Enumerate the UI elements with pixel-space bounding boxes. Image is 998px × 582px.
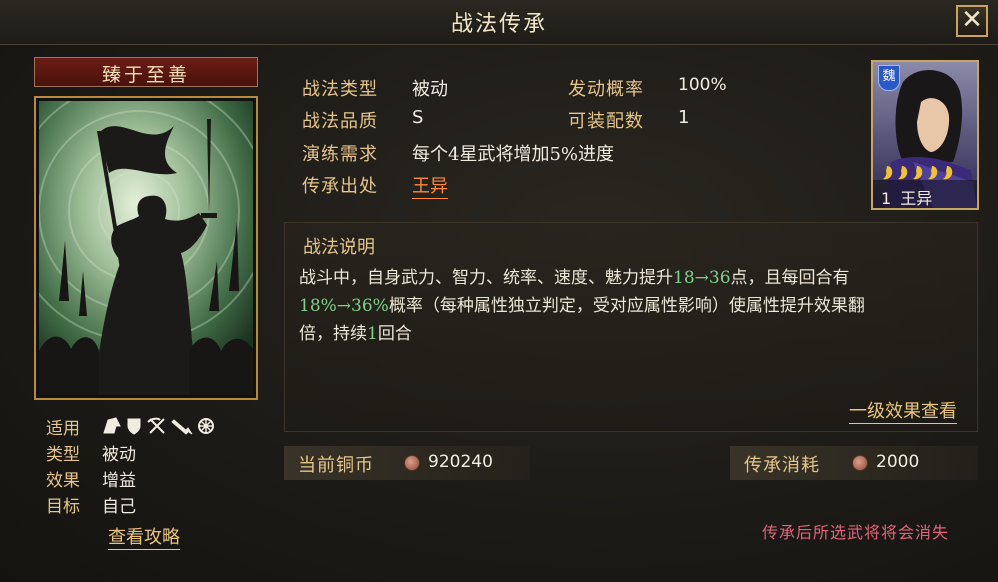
tactic-name: 臻于至善 (101, 64, 190, 86)
star-icon (928, 166, 938, 180)
applicable-label: 适用 (46, 419, 80, 439)
general-name: 王异 (900, 189, 933, 208)
type-label: 类型 (46, 445, 80, 465)
description-text: 战斗中，自身武力、智力、统率、速度、魅力提升 (299, 268, 673, 288)
star-icon (883, 166, 893, 180)
type-value: 被动 (102, 445, 136, 465)
star-icon (943, 166, 953, 180)
faction-badge: 魏 (878, 65, 900, 91)
source-general-link[interactable]: 王异 (412, 172, 448, 199)
equip-count-label: 可装配数 (568, 111, 644, 132)
training-value: 每个4星武将增加5%进度 (412, 144, 615, 165)
inherit-cost-bar: 传承消耗 2000 (730, 446, 978, 480)
tactic-card-art (39, 101, 253, 395)
target-label: 目标 (46, 497, 80, 517)
tactic-type-value: 被动 (412, 79, 448, 100)
description-panel: 战法说明 战斗中，自身武力、智力、统率、速度、魅力提升18→36点，且每回合有 … (284, 222, 978, 432)
trigger-rate-value: 100% (678, 75, 727, 95)
copper-coin-icon (852, 455, 868, 471)
description-line-1: 战斗中，自身武力、智力、统率、速度、魅力提升18→36点，且每回合有 (299, 263, 850, 288)
star-rating (883, 166, 953, 180)
inherit-cost-value: 2000 (876, 452, 920, 472)
tactic-type-label: 战法类型 (302, 79, 378, 100)
close-button[interactable]: ✕ (956, 5, 988, 37)
spear-icon (171, 419, 193, 435)
tactic-inherit-window: 战法传承 ✕ 臻于至善 适用 类型 被动 效果 增益 目标 自己 查看攻略 战法… (0, 0, 998, 582)
window-title: 战法传承 (450, 12, 547, 37)
general-portrait[interactable]: 魏 1 王异 (871, 60, 979, 210)
star-icon (913, 166, 923, 180)
description-line-3: 倍，持续1回合 (299, 319, 412, 344)
trigger-rate-label: 发动概率 (568, 79, 644, 100)
description-text: 回合 (377, 324, 412, 344)
effect-label: 效果 (46, 471, 80, 491)
copper-balance-bar: 当前铜币 920240 (284, 446, 530, 480)
tactic-name-banner: 臻于至善 (34, 57, 258, 87)
title-bar: 战法传承 ✕ (0, 0, 998, 45)
target-value: 自己 (102, 497, 136, 517)
close-icon: ✕ (961, 5, 983, 35)
star-icon (898, 166, 908, 180)
cavalry-icon (103, 417, 121, 434)
effect-value: 增益 (102, 471, 136, 491)
troop-type-icons (103, 417, 214, 435)
source-label: 传承出处 (302, 176, 378, 197)
quality-value: S (412, 107, 424, 128)
wheel-icon (198, 418, 214, 434)
description-highlight: 18%→36% (299, 296, 389, 316)
description-text: 概率（每种属性独立判定，受对应属性影响）使属性提升效果翻 (388, 296, 865, 316)
inherit-cost-label: 传承消耗 (744, 455, 820, 476)
description-text: 点，且每回合有 (730, 268, 850, 288)
general-level-name: 1 王异 (881, 185, 932, 209)
shield-icon (127, 418, 141, 435)
general-level: 1 (881, 189, 892, 208)
description-line-2: 18%→36%概率（每种属性独立判定，受对应属性影响）使属性提升效果翻 (299, 291, 865, 316)
quality-label: 战法品质 (302, 111, 378, 132)
tactic-card (34, 96, 258, 400)
description-highlight: 18→36 (673, 268, 731, 288)
copper-label: 当前铜币 (298, 455, 374, 476)
inherit-warning: 传承后所选武将将会消失 (762, 523, 950, 542)
bow-icon (147, 417, 165, 434)
description-highlight: 1 (367, 324, 378, 344)
training-label: 演练需求 (302, 144, 378, 165)
view-guide-link[interactable]: 查看攻略 (108, 527, 180, 550)
description-text: 倍，持续 (299, 324, 367, 344)
copper-value: 920240 (428, 452, 493, 472)
equip-count-value: 1 (678, 107, 690, 128)
level-one-effect-link[interactable]: 一级效果查看 (849, 401, 957, 424)
description-title: 战法说明 (303, 237, 375, 258)
copper-coin-icon (404, 455, 420, 471)
